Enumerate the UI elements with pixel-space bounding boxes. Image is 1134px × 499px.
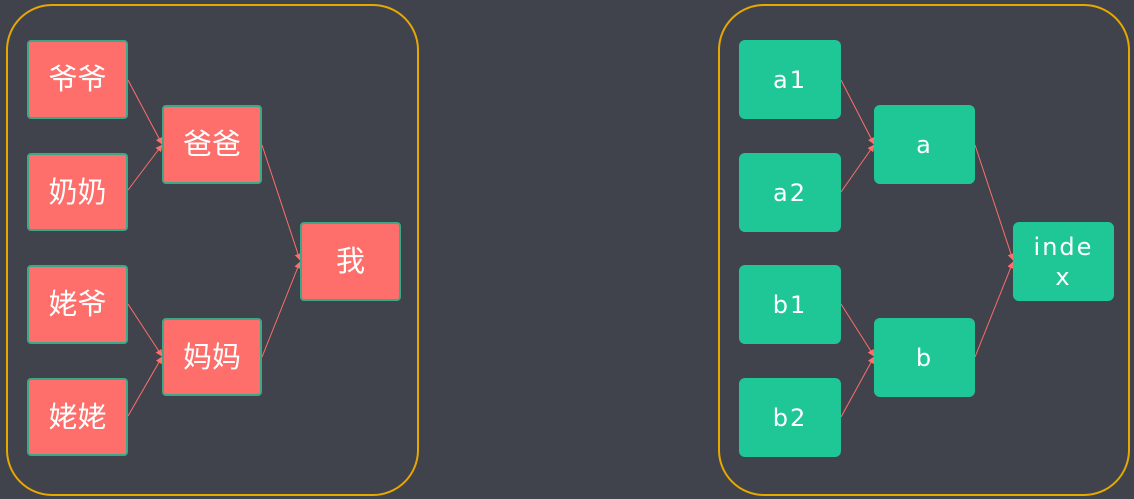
node-grandpa: 爷爷 [27,40,128,119]
node-maternal-grandpa: 姥爷 [27,265,128,344]
edge-b2-b [840,356,875,418]
edge-mom-me [261,261,301,358]
node-maternal-grandma: 姥姥 [27,378,128,456]
node-b1: b1 [739,265,841,344]
edge-a1-a [840,79,875,145]
node-b2: b2 [739,378,841,457]
edge-b1-b [840,303,875,357]
edge-grandpa-dad [127,79,163,145]
edge-mgrandma-mom [127,356,163,417]
node-b: b [874,318,975,397]
node-index: inde x [1013,222,1114,301]
edge-a-index [974,144,1015,261]
node-a2: a2 [739,153,841,232]
node-a1: a1 [739,40,841,119]
node-dad: 爸爸 [162,105,262,184]
node-a: a [874,105,975,184]
edges-layer [127,79,1015,418]
edge-b-index [974,261,1014,358]
node-grandma: 奶奶 [27,153,128,231]
edge-dad-me [261,144,302,261]
node-me: 我 [300,222,401,301]
edge-grandma-dad [127,144,163,191]
edge-mgrandpa-mom [127,303,163,357]
node-mom: 妈妈 [162,318,262,396]
edge-a2-a [840,144,875,193]
